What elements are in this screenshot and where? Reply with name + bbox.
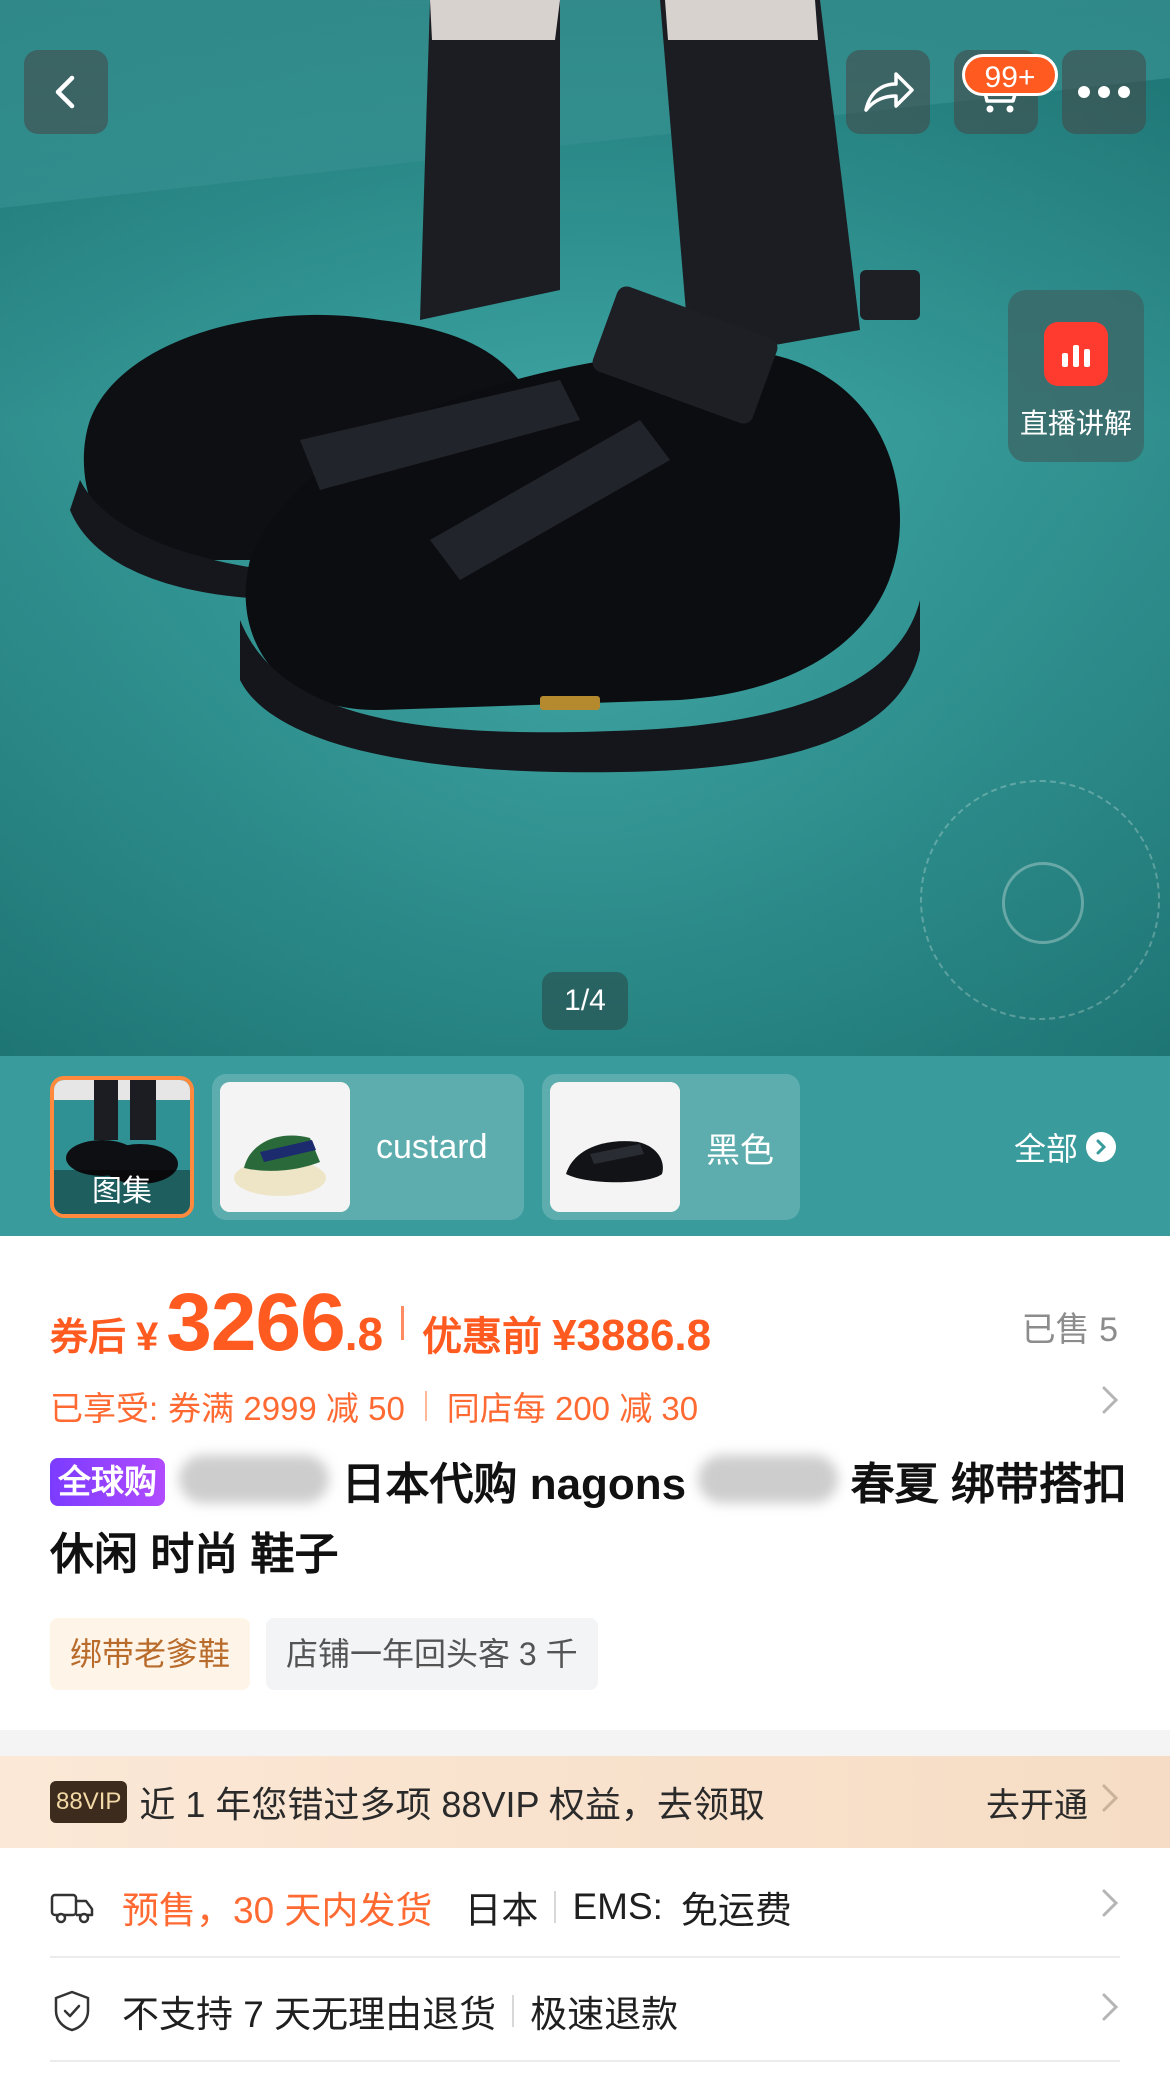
returns-text: 不支持 7 天无理由退货 极速退款 — [122, 1984, 678, 2038]
chevron-right-icon — [1100, 1780, 1120, 1825]
sku-option-label: 黑色 — [706, 1131, 774, 1170]
sku-view-all-label: 全部 — [1014, 1131, 1079, 1167]
sku-option-black[interactable]: 黑色 — [542, 1074, 800, 1220]
shipping-origin: 日本 — [464, 1890, 539, 1931]
sku-view-all[interactable]: 全部 — [1014, 1124, 1117, 1170]
promo-row[interactable]: 已享受: 券满 2999 减 50 同店每 200 减 30 — [50, 1382, 1120, 1430]
product-tags: 绑带老爹鞋 店铺一年回头客 3 千 — [50, 1618, 614, 1690]
more-dots-icon — [1078, 86, 1130, 98]
shipping-carrier: EMS: — [572, 1886, 663, 1927]
price-currency: ¥ — [136, 1315, 159, 1359]
price-separator — [401, 1306, 405, 1340]
vip-banner[interactable]: 88VIP 近 1 年您错过多项 88VIP 权益，去领取 去开通 — [0, 1756, 1170, 1848]
sku-thumb-custard — [220, 1082, 350, 1212]
section-gap — [0, 1730, 1170, 1756]
vip-badge: 88VIP — [50, 1781, 128, 1823]
global-purchase-badge: 全球购 — [50, 1458, 165, 1506]
vip-cta-label: 去开通 — [986, 1786, 1088, 1825]
chevron-right-icon — [1100, 1885, 1120, 1930]
shield-check-icon — [50, 1989, 94, 2033]
more-button[interactable] — [1062, 50, 1146, 134]
original-price: ¥3886.8 — [552, 1311, 712, 1360]
live-explain-button[interactable]: 直播讲解 — [1008, 290, 1144, 462]
truck-icon — [50, 1885, 94, 1929]
redacted-text — [698, 1455, 839, 1503]
vip-text: 近 1 年您错过多项 88VIP 权益，去领取 — [139, 1784, 765, 1825]
sku-gallery-label: 图集 — [54, 1170, 190, 1214]
price-integer: 3266 — [166, 1277, 345, 1368]
title-part-1: 日本代购 nagons — [341, 1460, 687, 1509]
redacted-text — [179, 1455, 330, 1503]
returns-divider — [512, 1995, 515, 2027]
returns-refund: 极速退款 — [530, 1994, 679, 2035]
sku-option-custard[interactable]: custard — [212, 1074, 524, 1220]
vip-activate-button[interactable]: 去开通 — [986, 1778, 1120, 1827]
shipping-highlight: 预售，30 天内发货 — [122, 1890, 433, 1931]
shipping-fee: 免运费 — [680, 1890, 792, 1931]
sku-gallery-thumb[interactable]: 图集 — [50, 1076, 194, 1218]
cart-count-badge: 99+ — [962, 54, 1058, 96]
price-prefix: 券后 — [50, 1317, 127, 1359]
watermark — [920, 780, 1160, 1020]
promo-store: 同店每 200 减 30 — [446, 1390, 699, 1427]
chevron-right-icon — [1100, 1382, 1120, 1427]
live-explain-label: 直播讲解 — [1019, 408, 1132, 439]
returns-row[interactable]: 不支持 7 天无理由退货 极速退款 — [50, 1962, 1120, 2062]
sku-strip: 图集 custard 黑色 全部 — [0, 1056, 1170, 1236]
product-title: 全球购 日本代购 nagons 春夏 绑带搭扣 休闲 时尚 鞋子 — [50, 1450, 1130, 1590]
sold-count: 已售 5 — [1021, 1311, 1118, 1349]
shipping-row[interactable]: 预售，30 天内发货 日本 EMS: 免运费 — [50, 1858, 1120, 1958]
product-info: 券后 ¥ 3266 .8 优惠前 ¥3886.8 已售 5 已享受: 券满 29… — [0, 1236, 1170, 1730]
original-price-label: 优惠前 — [422, 1315, 543, 1359]
promo-coupon: 券满 2999 减 50 — [168, 1390, 405, 1427]
price-decimal: .8 — [344, 1308, 384, 1360]
sku-option-label: custard — [376, 1127, 488, 1166]
tag-item[interactable]: 店铺一年回头客 3 千 — [266, 1618, 598, 1690]
product-image[interactable]: 99+ 直播讲解 1/4 — [0, 0, 1170, 1056]
back-button[interactable] — [24, 50, 108, 134]
tag-item[interactable]: 绑带老爹鞋 — [50, 1618, 251, 1690]
returns-policy: 不支持 7 天无理由退货 — [122, 1994, 497, 2035]
chevron-left-icon — [55, 75, 75, 109]
live-chart-icon — [1044, 322, 1108, 386]
share-button[interactable] — [846, 50, 930, 134]
chevron-right-icon — [1100, 1989, 1120, 2034]
sku-thumb-black — [550, 1082, 680, 1212]
image-page-indicator: 1/4 — [542, 972, 628, 1030]
promo-label: 已享受: — [50, 1390, 159, 1427]
promo-divider — [424, 1391, 427, 1421]
chevron-right-icon — [1086, 1132, 1117, 1162]
shipping-text: 预售，30 天内发货 日本 EMS: 免运费 — [122, 1880, 792, 1934]
shipping-divider — [554, 1891, 557, 1923]
price-row: 券后 ¥ 3266 .8 优惠前 ¥3886.8 — [50, 1276, 711, 1370]
share-icon — [864, 72, 914, 112]
